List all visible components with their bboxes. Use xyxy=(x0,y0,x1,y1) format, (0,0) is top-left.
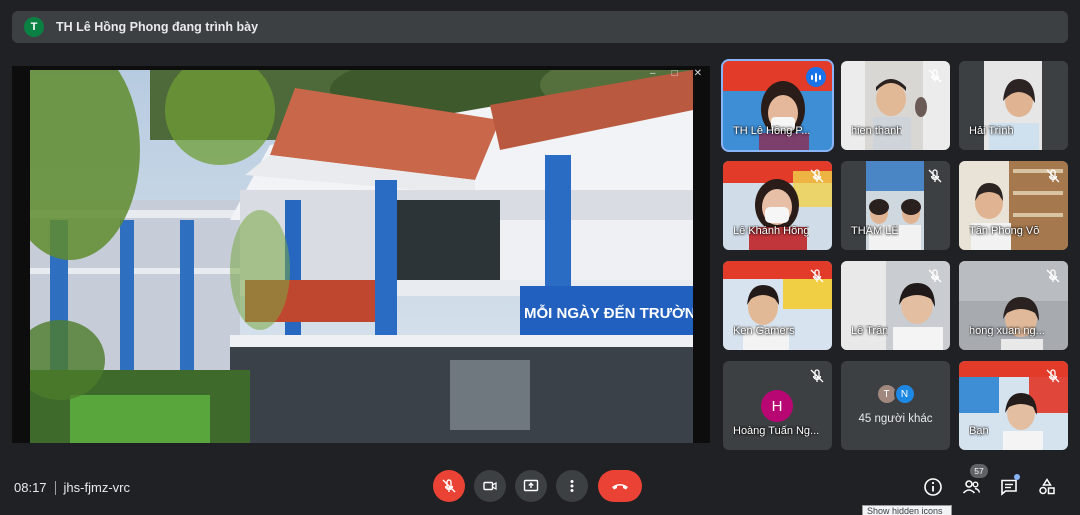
people-count-badge: 57 xyxy=(970,464,988,478)
muted-mic-icon xyxy=(928,169,942,183)
participant-name: hong xuan ng... xyxy=(969,325,1045,337)
muted-mic-icon xyxy=(1046,269,1060,283)
participant-tile[interactable]: Lê Trân xyxy=(841,261,950,350)
participant-name: TH Lê Hồng P... xyxy=(733,125,811,137)
presentation-stage[interactable]: MỖI NGÀY ĐẾN TRƯỜNG LÀ MỘT – □ ✕ xyxy=(12,66,710,443)
muted-mic-icon xyxy=(928,69,942,83)
participant-tile[interactable]: Bạn xyxy=(959,361,1068,450)
others-avatars: T N xyxy=(841,383,950,405)
banner-slogan: MỖI NGÀY ĐẾN TRƯỜNG LÀ MỘT xyxy=(524,304,693,322)
presenting-banner: T TH Lê Hồng Phong đang trình bày xyxy=(12,11,1068,43)
participant-tile[interactable]: Hải Trình xyxy=(959,61,1068,150)
present-screen-button[interactable] xyxy=(515,470,547,502)
participant-tile[interactable]: Ken Gamers xyxy=(723,261,832,350)
speaking-indicator xyxy=(806,67,826,87)
participant-tile[interactable]: hong xuan ng... xyxy=(959,261,1068,350)
present-icon xyxy=(523,479,539,492)
muted-mic-icon xyxy=(810,169,824,183)
meeting-details-button[interactable] xyxy=(922,476,944,498)
window-controls: – □ ✕ xyxy=(650,68,702,79)
maximize-icon: □ xyxy=(671,68,678,79)
people-button[interactable] xyxy=(960,476,982,498)
more-options-button[interactable] xyxy=(556,470,588,502)
participant-name: Lê Trân xyxy=(851,325,889,337)
meeting-info: 08:17 jhs-fjmz-vrc xyxy=(14,480,130,495)
participant-name: Ken Gamers xyxy=(733,325,795,337)
participant-tile[interactable]: Tấn Phong Võ xyxy=(959,161,1068,250)
participant-tile[interactable]: THẢM LÊ xyxy=(841,161,950,250)
shared-screen-image: MỖI NGÀY ĐẾN TRƯỜNG LÀ MỘT xyxy=(30,70,693,443)
info-icon xyxy=(924,478,942,496)
others-count: 45 người khác xyxy=(858,413,933,425)
shapes-icon xyxy=(1039,478,1055,495)
presenting-text: TH Lê Hồng Phong đang trình bày xyxy=(56,20,259,34)
participant-tile[interactable]: Lê Khánh Hồng xyxy=(723,161,832,250)
participant-name: Lê Khánh Hồng xyxy=(733,225,810,237)
participant-tile[interactable]: H Hoàng Tuấn Ng... xyxy=(723,361,832,450)
participant-tile[interactable]: TH Lê Hồng P... xyxy=(721,59,834,152)
others-tile[interactable]: T N 45 người khác xyxy=(841,361,950,450)
muted-mic-icon xyxy=(810,269,824,283)
muted-mic-icon xyxy=(810,369,824,383)
participant-name: Hải Trình xyxy=(969,125,1014,137)
activities-button[interactable] xyxy=(1036,476,1058,498)
people-icon xyxy=(962,480,981,494)
leave-call-button[interactable] xyxy=(598,470,642,502)
separator xyxy=(54,480,56,495)
clock-time: 08:17 xyxy=(14,480,47,495)
participant-avatar: H xyxy=(761,390,793,422)
tooltip: Show hidden icons xyxy=(862,505,952,515)
minimize-icon: – xyxy=(650,68,656,79)
muted-mic-icon xyxy=(1046,169,1060,183)
muted-mic-icon xyxy=(1046,369,1060,383)
mic-toggle-button[interactable] xyxy=(433,470,465,502)
participant-name: THẢM LÊ xyxy=(851,225,899,237)
camera-icon xyxy=(483,481,497,491)
participant-name: Tấn Phong Võ xyxy=(969,225,1040,237)
more-vert-icon xyxy=(570,480,574,492)
hang-up-icon xyxy=(612,484,628,490)
close-icon: ✕ xyxy=(693,68,702,79)
participant-name: hien thanh xyxy=(851,125,903,137)
mic-off-icon xyxy=(442,479,456,493)
participant-name: Hoàng Tuấn Ng... xyxy=(733,425,820,437)
muted-mic-icon xyxy=(928,269,942,283)
presenter-avatar: T xyxy=(24,17,44,37)
meeting-code[interactable]: jhs-fjmz-vrc xyxy=(64,480,130,495)
chat-notification-dot xyxy=(1014,474,1020,480)
school-building-photo: MỖI NGÀY ĐẾN TRƯỜNG LÀ MỘT xyxy=(30,70,693,443)
chat-icon xyxy=(1001,479,1017,496)
camera-toggle-button[interactable] xyxy=(474,470,506,502)
participant-name: Bạn xyxy=(969,425,989,437)
others-avatar: N xyxy=(893,383,916,405)
participant-tile[interactable]: hien thanh xyxy=(841,61,950,150)
